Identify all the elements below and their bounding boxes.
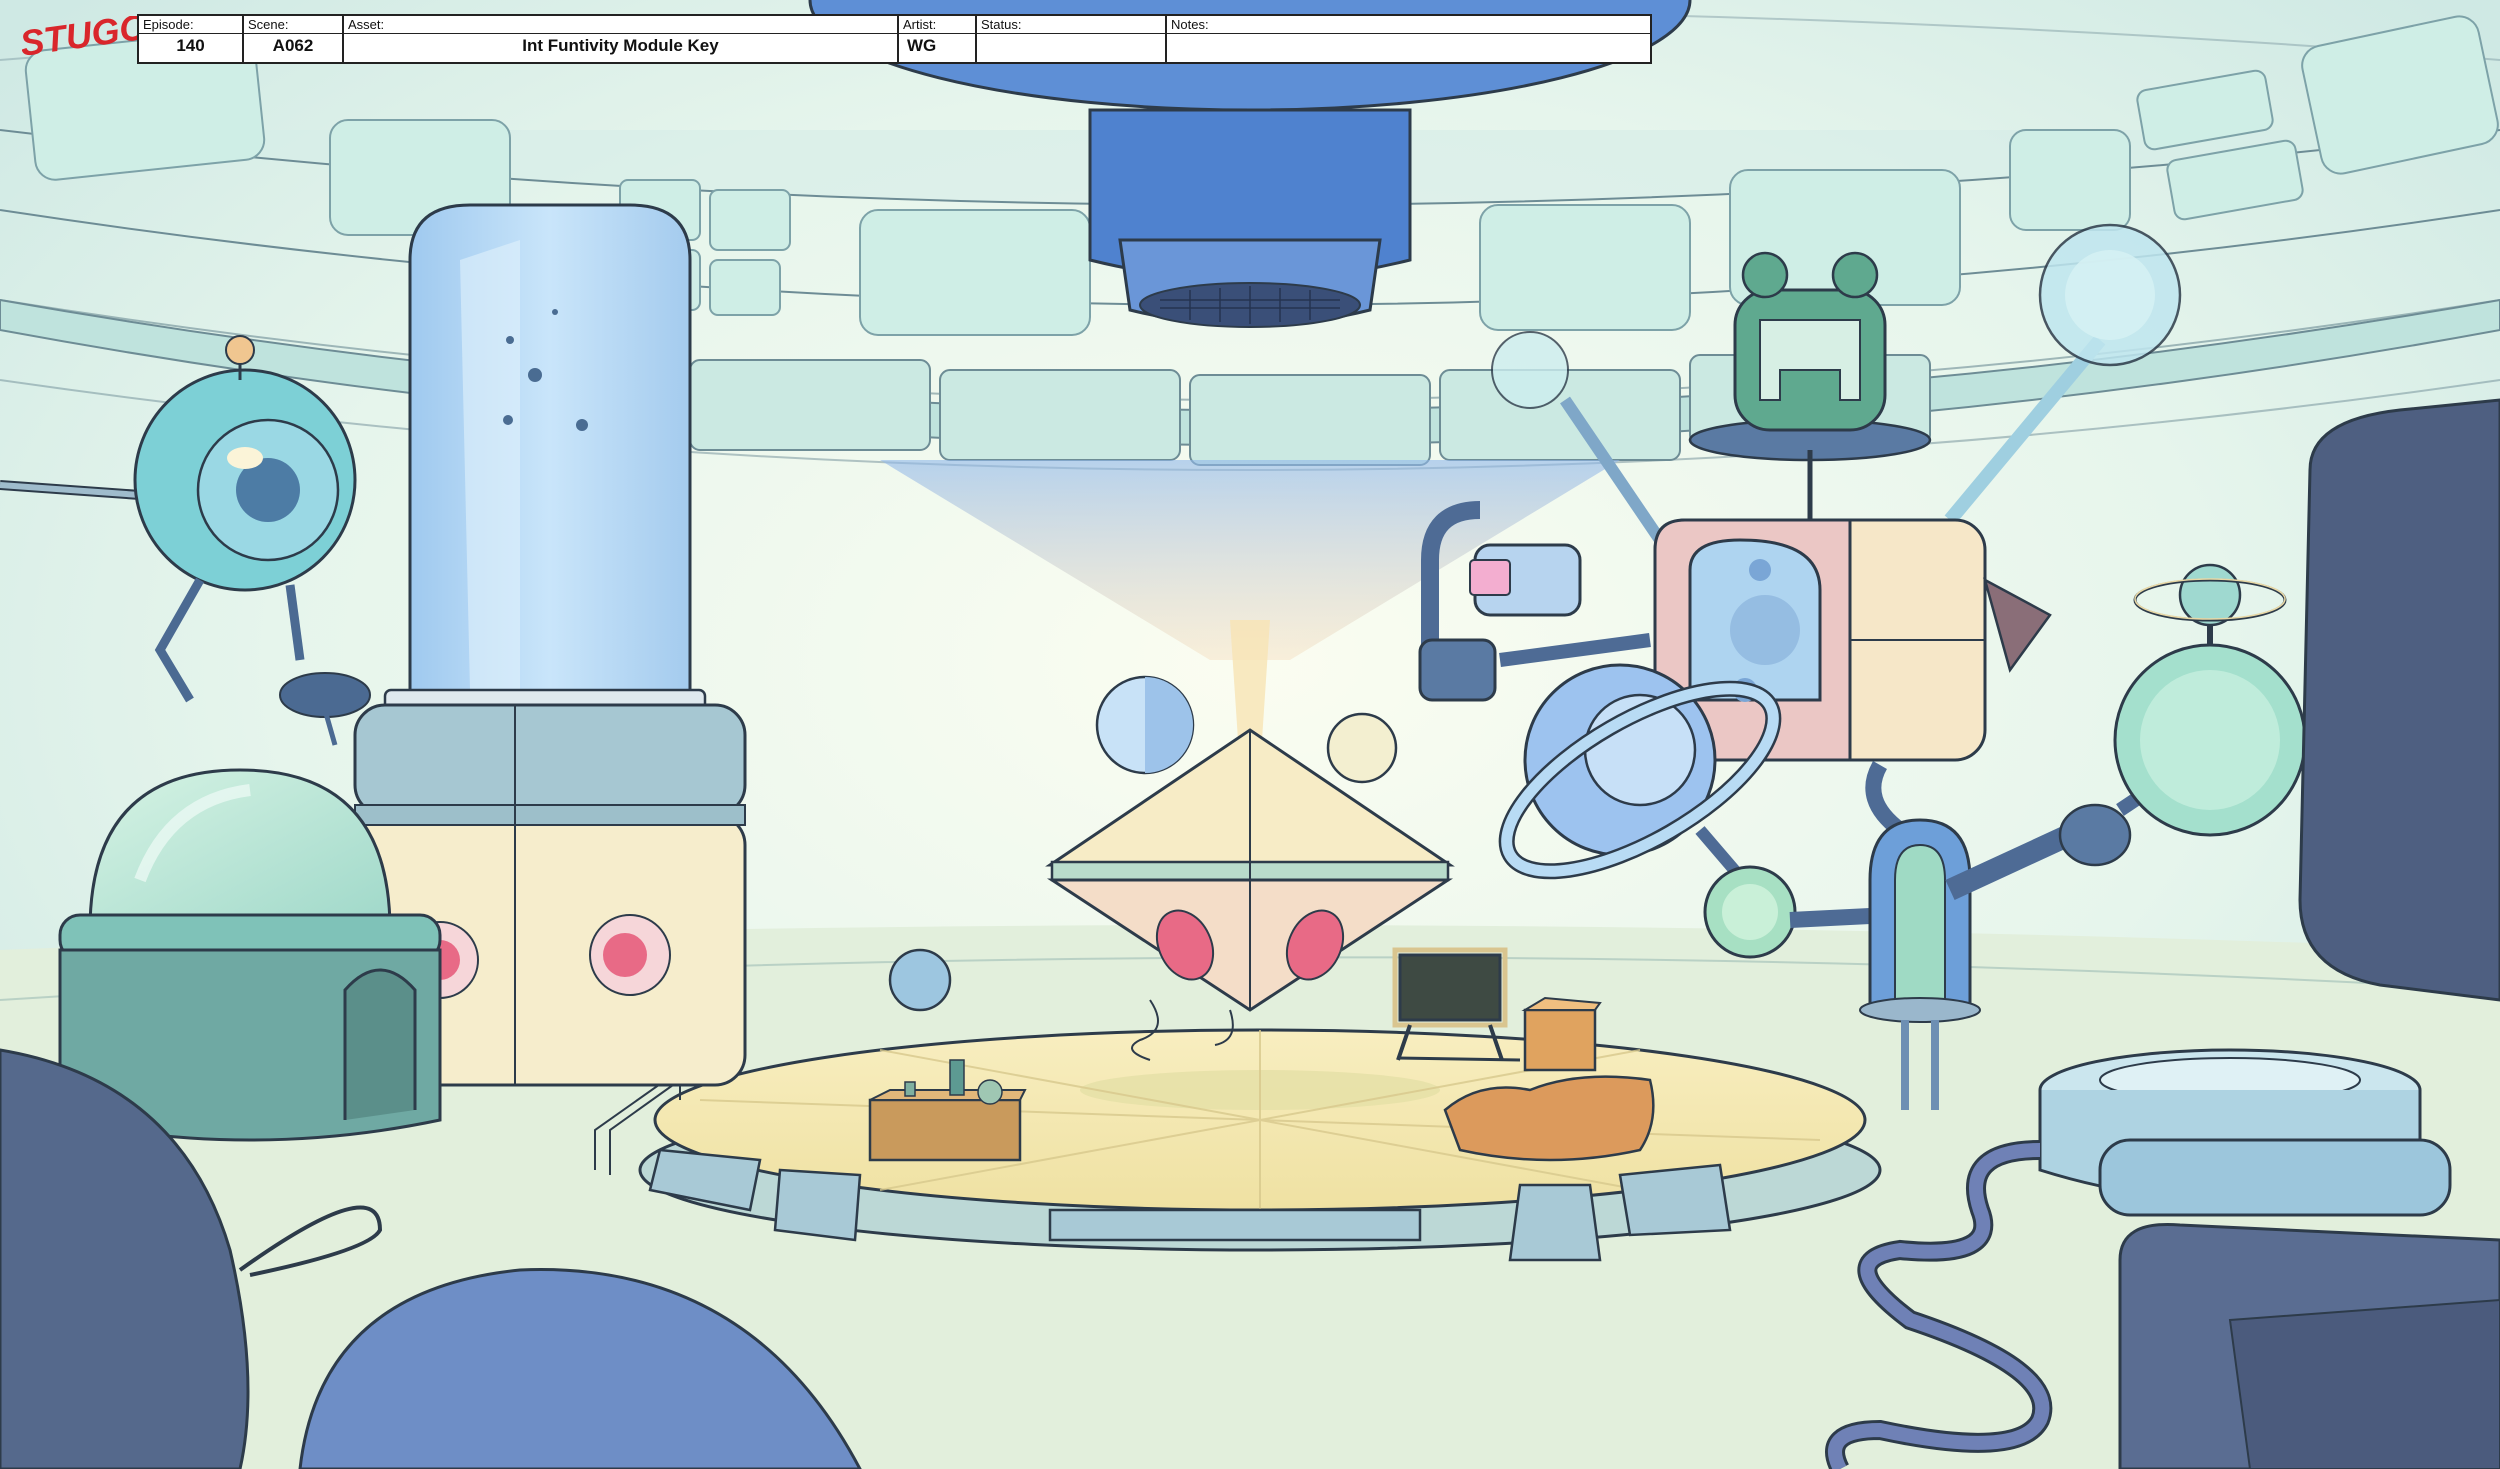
central-platform	[594, 1028, 1882, 1262]
asset-slate: Episode: 140 Scene: A062 Asset: Int Funt…	[137, 14, 1652, 64]
scene-label: Scene:	[248, 17, 289, 32]
artist-label: Artist:	[903, 17, 937, 32]
status-label: Status:	[981, 17, 1022, 32]
notes-label: Notes:	[1171, 17, 1209, 32]
artist-cell: Artist: WG	[899, 16, 977, 62]
artist-value: WG	[907, 36, 937, 55]
stugo-logo: STUGO	[22, 16, 140, 64]
scene-cell: Scene: A062	[244, 16, 344, 62]
asset-label: Asset:	[348, 17, 385, 32]
asset-cell: Asset: Int Funtivity Module Key	[344, 16, 899, 62]
background-art: STUGO Episode: 140 Scene: A062 Asset: In…	[0, 0, 2500, 1469]
funtivity-module-illustration	[0, 0, 2500, 1469]
notes-cell: Notes:	[1167, 16, 1650, 62]
episode-value: 140	[176, 36, 205, 55]
episode-cell: Episode: 140	[139, 16, 244, 62]
asset-value: Int Funtivity Module Key	[522, 36, 719, 55]
scene-value: A062	[272, 36, 314, 55]
status-cell: Status:	[977, 16, 1167, 62]
stugo-logo-text: STUGO	[22, 16, 140, 64]
episode-label: Episode:	[143, 17, 194, 32]
